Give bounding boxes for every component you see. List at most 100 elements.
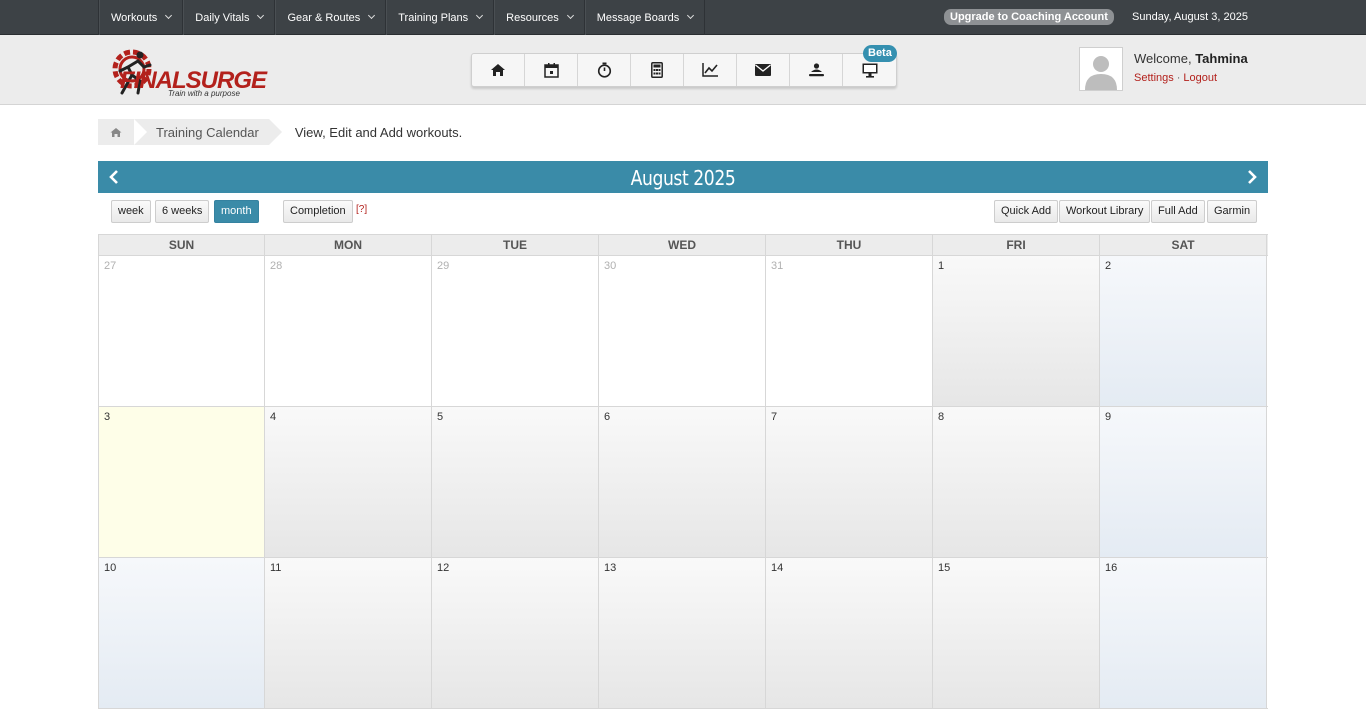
day-number: 28 xyxy=(270,260,283,272)
stopwatch-button[interactable] xyxy=(578,54,631,86)
dow-tue: TUE xyxy=(432,235,599,255)
completion-help-link[interactable]: [?] xyxy=(356,204,367,215)
calendar-button[interactable] xyxy=(525,54,578,86)
chevron-down-icon xyxy=(257,11,265,20)
calendar-day[interactable]: 1 xyxy=(933,256,1100,406)
calendar-day[interactable]: 14 xyxy=(766,558,933,708)
rowing-button[interactable] xyxy=(790,54,843,86)
calculator-icon xyxy=(651,62,663,78)
breadcrumb-training-calendar[interactable]: Training Calendar xyxy=(134,119,282,145)
view-month-button[interactable]: month xyxy=(214,200,259,223)
dow-sat: SAT xyxy=(1100,235,1267,255)
link-separator: · xyxy=(1176,72,1181,84)
logout-link[interactable]: Logout xyxy=(1183,72,1217,84)
day-number: 31 xyxy=(771,260,784,272)
home-icon xyxy=(110,127,122,137)
header: FINALSURGE Train with a purpose Beta Wel… xyxy=(0,35,1366,105)
calendar-week-row: 27 28 29 30 31 1 2 xyxy=(99,256,1268,407)
menu-label: Workouts xyxy=(111,11,158,24)
day-number: 5 xyxy=(437,411,444,423)
calendar-header: August 2025 xyxy=(98,161,1268,193)
menu-resources[interactable]: Resources xyxy=(494,0,585,35)
calendar-day[interactable]: 9 xyxy=(1100,407,1267,557)
calendar-month-title: August 2025 xyxy=(630,166,736,190)
calendar-icon xyxy=(543,62,559,78)
chevron-right-icon[interactable] xyxy=(1246,170,1258,184)
day-number: 27 xyxy=(104,260,117,272)
chevron-down-icon xyxy=(368,11,376,20)
menu-daily-vitals[interactable]: Daily Vitals xyxy=(183,0,276,35)
settings-link[interactable]: Settings xyxy=(1134,72,1174,84)
menu-label: Gear & Routes xyxy=(287,11,361,24)
calendar-day[interactable]: 15 xyxy=(933,558,1100,708)
day-number: 15 xyxy=(938,562,951,574)
view-week-button[interactable]: week xyxy=(111,200,151,223)
quick-icon-bar xyxy=(471,53,897,87)
day-number: 3 xyxy=(104,411,111,423)
home-button[interactable] xyxy=(472,54,525,86)
calendar-day[interactable]: 31 xyxy=(766,256,933,406)
final-surge-logo[interactable]: FINALSURGE Train with a purpose xyxy=(98,41,293,101)
calendar-day[interactable]: 8 xyxy=(933,407,1100,557)
menu-workouts[interactable]: Workouts xyxy=(99,0,184,35)
day-number: 6 xyxy=(604,411,611,423)
calendar-week-row: 3 4 5 6 7 8 9 xyxy=(99,407,1268,558)
calendar-day-today[interactable]: 3 xyxy=(99,407,265,557)
day-number: 12 xyxy=(437,562,450,574)
completion-button[interactable]: Completion xyxy=(283,200,353,223)
menu-message-boards[interactable]: Message Boards xyxy=(584,0,706,35)
user-links: Settings · Logout xyxy=(1134,72,1217,84)
calendar-day[interactable]: 2 xyxy=(1100,256,1267,406)
avatar[interactable] xyxy=(1079,47,1123,91)
calendar-day[interactable]: 7 xyxy=(766,407,933,557)
main-menu: Workouts Daily Vitals Gear & Routes Trai… xyxy=(98,0,706,35)
menu-training-plans[interactable]: Training Plans xyxy=(386,0,495,35)
page-description: View, Edit and Add workouts. xyxy=(294,124,463,140)
calendar-day[interactable]: 11 xyxy=(265,558,432,708)
workout-library-button[interactable]: Workout Library xyxy=(1059,200,1151,223)
breadcrumb-home[interactable] xyxy=(98,119,147,145)
welcome-prefix: Welcome, xyxy=(1134,51,1192,66)
upgrade-button[interactable]: Upgrade to Coaching Account xyxy=(944,9,1114,25)
calendar-day[interactable]: 6 xyxy=(599,407,766,557)
calendar-day[interactable]: 10 xyxy=(99,558,265,708)
top-navigation: Workouts Daily Vitals Gear & Routes Trai… xyxy=(0,0,1366,35)
dow-fri: FRI xyxy=(933,235,1100,255)
monitor-icon xyxy=(862,63,877,78)
chevron-down-icon xyxy=(687,11,695,20)
quick-add-button[interactable]: Quick Add xyxy=(994,200,1059,223)
calendar-day[interactable]: 12 xyxy=(432,558,599,708)
welcome-text: Welcome, Tahmina xyxy=(1134,51,1248,66)
menu-label: Resources xyxy=(506,11,559,24)
calendar-toolbar: week 6 weeks month Completion [?] Quick … xyxy=(98,193,1268,235)
calendar-day[interactable]: 27 xyxy=(99,256,265,406)
day-number: 7 xyxy=(771,411,778,423)
menu-label: Training Plans xyxy=(398,11,469,24)
reports-button[interactable] xyxy=(684,54,737,86)
calendar-day[interactable]: 5 xyxy=(432,407,599,557)
day-number: 14 xyxy=(771,562,784,574)
mail-icon xyxy=(755,64,771,76)
dow-mon: MON xyxy=(265,235,432,255)
user-silhouette-icon xyxy=(1085,56,1117,90)
calendar-day[interactable]: 29 xyxy=(432,256,599,406)
calculator-button[interactable] xyxy=(631,54,684,86)
menu-gear-routes[interactable]: Gear & Routes xyxy=(275,0,387,35)
user-name: Tahmina xyxy=(1195,51,1248,66)
calendar-day[interactable]: 4 xyxy=(265,407,432,557)
full-add-button[interactable]: Full Add xyxy=(1151,200,1205,223)
view-6-weeks-button[interactable]: 6 weeks xyxy=(155,200,210,223)
menu-label: Daily Vitals xyxy=(195,11,250,24)
chevron-down-icon xyxy=(165,11,173,20)
stopwatch-icon xyxy=(597,62,611,78)
day-number: 8 xyxy=(938,411,945,423)
rowing-icon xyxy=(808,62,824,76)
calendar-day[interactable]: 16 xyxy=(1100,558,1267,708)
garmin-button[interactable]: Garmin xyxy=(1207,200,1258,223)
chevron-left-icon[interactable] xyxy=(108,170,120,184)
dow-sun: SUN xyxy=(99,235,265,255)
calendar-day[interactable]: 28 xyxy=(265,256,432,406)
calendar-day[interactable]: 13 xyxy=(599,558,766,708)
calendar-day[interactable]: 30 xyxy=(599,256,766,406)
mail-button[interactable] xyxy=(737,54,790,86)
